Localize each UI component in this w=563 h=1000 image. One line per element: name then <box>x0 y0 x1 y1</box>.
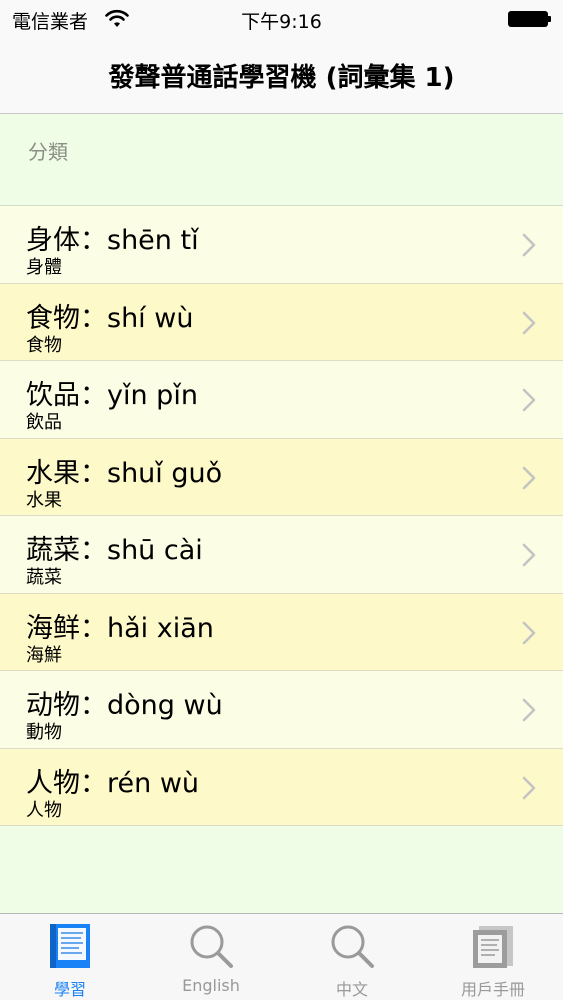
chevron-right-icon <box>522 233 536 257</box>
page-title: 發聲普通話學習機 (詞彙集 1) <box>108 63 455 93</box>
section-header-label: 分類 <box>28 140 68 164</box>
manual-icon <box>473 926 513 968</box>
section-header: 分類 <box>0 114 563 206</box>
item-title: 饮品：yǐn pǐn <box>26 380 198 411</box>
tab-english-search[interactable]: English <box>141 914 281 1000</box>
item-subtitle: 食物 <box>26 334 62 356</box>
battery-icon <box>508 11 552 27</box>
item-title: 海鲜：hǎi xiān <box>26 612 214 644</box>
list-item-body[interactable]: 身体：shēn tǐ 身體 <box>0 206 563 284</box>
chevron-right-icon <box>522 698 536 722</box>
list-item-vegetables[interactable]: 蔬菜：shū cài 蔬菜 <box>0 516 563 594</box>
chevron-right-icon <box>522 776 536 799</box>
tab-user-manual[interactable]: 用戶手冊 <box>423 914 563 1000</box>
chevron-right-icon <box>522 388 536 412</box>
item-subtitle: 身體 <box>26 257 62 278</box>
tab-study[interactable]: 學習 <box>0 914 140 1000</box>
list-item-food[interactable]: 食物：shí wù 食物 <box>0 283 563 361</box>
item-subtitle: 海鮮 <box>26 644 62 666</box>
list-item-fruit[interactable]: 水果：shuǐ guǒ 水果 <box>0 438 563 516</box>
item-subtitle: 飲品 <box>26 412 62 433</box>
tab-bar: 學習 English 中文 用戶手冊 <box>0 913 563 1000</box>
item-subtitle: 人物 <box>26 799 62 821</box>
tab-label: 學習 <box>53 980 86 999</box>
list-item-people[interactable]: 人物：rén wù 人物 <box>0 748 563 826</box>
chevron-right-icon <box>522 466 536 489</box>
tab-label: 中文 <box>335 980 368 999</box>
book-icon <box>50 924 90 968</box>
list-item-seafood[interactable]: 海鲜：hǎi xiān 海鮮 <box>0 593 563 671</box>
search-icon <box>190 925 233 968</box>
chevron-right-icon <box>522 311 536 334</box>
navigation-bar: 發聲普通話學習機 (詞彙集 1) <box>0 38 563 114</box>
item-subtitle: 水果 <box>26 489 62 511</box>
chevron-right-icon <box>522 543 536 567</box>
item-title: 动物：dòng wù <box>26 690 223 721</box>
category-list: 身体：shēn tǐ 身體 食物：shí wù 食物 饮品：yǐn pǐn 飲品… <box>0 206 563 826</box>
item-title: 食物：shí wù <box>26 302 194 334</box>
list-item-drinks[interactable]: 饮品：yǐn pǐn 飲品 <box>0 361 563 439</box>
item-subtitle: 蔬菜 <box>26 567 62 588</box>
tab-label: English <box>182 976 240 995</box>
item-title: 人物：rén wù <box>26 767 200 799</box>
search-icon <box>331 925 374 968</box>
screen: 電信業者 下午9:16 發聲普通話學習機 (詞彙集 1) 分類 身体：shēn … <box>0 0 563 1000</box>
chevron-right-icon <box>522 621 536 644</box>
tab-chinese-search[interactable]: 中文 <box>282 914 422 1000</box>
item-title: 身体：shēn tǐ <box>26 225 199 256</box>
clock: 下午9:16 <box>241 11 322 33</box>
status-bar: 電信業者 下午9:16 <box>0 0 563 38</box>
item-title: 水果：shuǐ guǒ <box>26 457 223 489</box>
tab-label: 用戶手冊 <box>460 980 525 999</box>
item-subtitle: 動物 <box>26 722 62 743</box>
list-item-animals[interactable]: 动物：dòng wù 動物 <box>0 671 563 749</box>
item-title: 蔬菜：shū cài <box>26 535 203 566</box>
